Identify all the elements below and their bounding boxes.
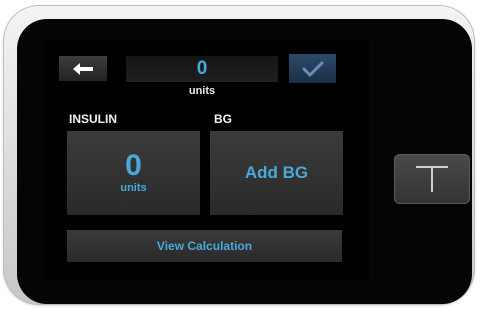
add-bg-label: Add BG xyxy=(244,163,309,182)
confirm-button[interactable] xyxy=(289,54,336,83)
touch-screen: 0 units INSULIN BG 0 units Add BG View C… xyxy=(44,40,369,280)
insulin-tile-button[interactable]: 0 units xyxy=(67,131,200,215)
units-caption: units xyxy=(188,85,216,97)
units-input[interactable]: 0 xyxy=(126,56,278,82)
add-bg-button[interactable]: Add BG xyxy=(210,131,343,215)
view-calculation-button[interactable]: View Calculation xyxy=(67,230,342,262)
insulin-section-label: INSULIN xyxy=(69,112,117,126)
bg-section-label: BG xyxy=(214,112,232,126)
checkmark-icon xyxy=(302,61,323,76)
back-button[interactable] xyxy=(59,56,107,81)
units-value: 0 xyxy=(196,58,208,79)
pump-device: 0 units INSULIN BG 0 units Add BG View C… xyxy=(3,5,475,305)
view-calculation-label: View Calculation xyxy=(156,239,253,253)
device-t-button[interactable] xyxy=(394,154,470,204)
left-arrow-icon xyxy=(73,62,93,75)
insulin-units: units xyxy=(120,182,147,194)
insulin-value: 0 xyxy=(125,149,142,182)
t-button-icon xyxy=(416,166,448,192)
